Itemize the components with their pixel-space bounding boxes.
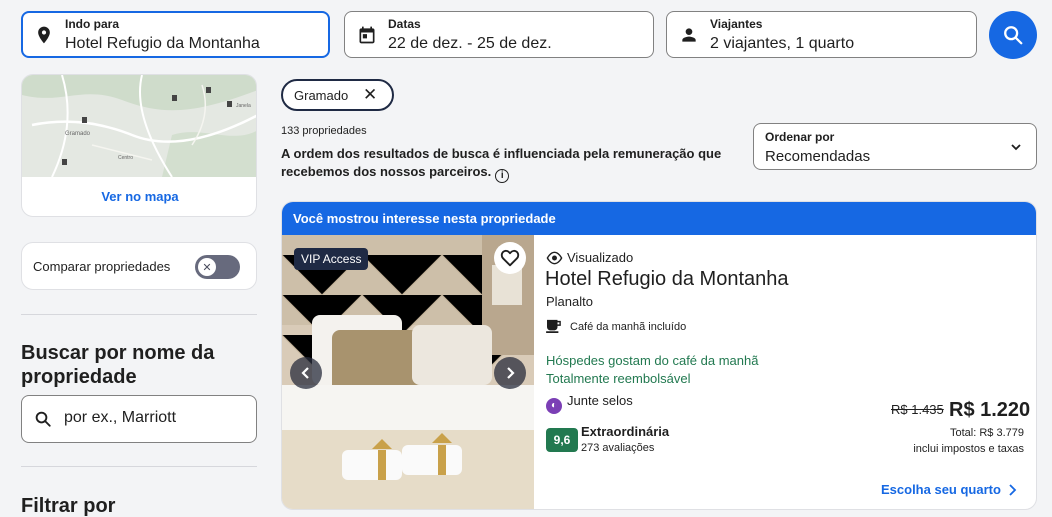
map-thumbnail[interactable]: Gramado Janela Centro [22, 75, 257, 177]
map-label: Gramado [65, 131, 91, 137]
ranking-disclaimer: A ordem dos resultados de busca é influe… [281, 145, 751, 183]
review-count: 273 avaliações [581, 442, 655, 454]
choose-room-label: Escolha seu quarto [881, 482, 1001, 497]
filter-chip-gramado[interactable]: Gramado ✕ [281, 79, 394, 111]
calendar-icon [359, 26, 375, 44]
search-icon [35, 411, 51, 427]
compare-properties-card: Comparar propriedades ✕ [21, 242, 257, 290]
travelers-value: 2 viajantes, 1 quarto [710, 35, 855, 52]
search-button[interactable] [989, 11, 1037, 59]
chevron-right-icon [507, 367, 515, 379]
rating-label: Extraordinária [581, 424, 670, 439]
hotel-location: Planalto [546, 294, 593, 309]
interest-banner: Você mostrou interesse nesta propriedade [282, 202, 1036, 235]
favorite-button[interactable] [494, 242, 526, 274]
info-icon[interactable]: i [495, 169, 510, 183]
amenity-label: Café da manhã incluído [570, 321, 687, 333]
destination-label: Indo para [65, 17, 120, 31]
divider [21, 314, 257, 315]
rewards-icon: ◐ [546, 398, 562, 414]
name-search-title: Buscar por nome da propriedade [21, 342, 215, 388]
refundable-text: Totalmente reembolsável [546, 371, 691, 386]
sort-select[interactable]: Ordenar por Recomendadas [753, 123, 1037, 170]
dates-field[interactable]: Datas 22 de dez. - 25 de dez. [344, 11, 654, 58]
rating-score: 9,6 [546, 428, 578, 452]
dates-label: Datas [388, 17, 421, 31]
hotel-name[interactable]: Hotel Refugio da Montanha [545, 268, 789, 291]
location-pin-icon [38, 26, 50, 44]
amenity-breakfast: Café da manhã incluído [546, 319, 686, 333]
rewards-label: Junte selos [567, 393, 633, 408]
heart-icon [500, 249, 520, 267]
coffee-icon [546, 319, 561, 333]
dates-value: 22 de dez. - 25 de dez. [388, 35, 552, 52]
close-icon[interactable]: ✕ [363, 85, 377, 105]
chevron-left-icon [301, 367, 309, 379]
view-map-link[interactable]: Ver no mapa [22, 189, 256, 204]
property-card[interactable]: Você mostrou interesse nesta propriedade [281, 201, 1037, 510]
person-icon [682, 28, 696, 42]
viewed-label: Visualizado [567, 250, 634, 265]
chevron-down-icon [1011, 144, 1021, 151]
viewed-indicator: Visualizado [546, 250, 633, 265]
compare-toggle[interactable]: ✕ [195, 255, 240, 279]
travelers-label: Viajantes [710, 17, 763, 31]
close-icon: ✕ [198, 258, 216, 276]
sort-label: Ordenar por [765, 130, 835, 144]
map-card[interactable]: Gramado Janela Centro Ver no mapa [21, 74, 257, 217]
divider [21, 466, 257, 467]
chevron-right-icon [1009, 484, 1017, 496]
map-label: Janela [236, 103, 251, 109]
original-price: R$ 1.435 [891, 402, 944, 417]
property-name-search[interactable] [21, 395, 257, 443]
travelers-field[interactable]: Viajantes 2 viajantes, 1 quarto [666, 11, 977, 58]
rewards-info: ◐ Junte selos [546, 393, 633, 414]
property-name-input[interactable] [64, 409, 244, 427]
taxes-note: inclui impostos e taxas [913, 443, 1024, 455]
compare-label: Comparar propriedades [33, 259, 171, 274]
property-photo[interactable]: VIP Access [282, 235, 534, 509]
eye-icon [546, 251, 563, 265]
results-count: 133 propriedades [281, 125, 367, 137]
choose-room-link[interactable]: Escolha seu quarto [881, 482, 1017, 497]
destination-value: Hotel Refugio da Montanha [65, 35, 260, 52]
chip-label: Gramado [294, 88, 349, 103]
next-photo-button[interactable] [494, 357, 526, 389]
map-label: Centro [118, 155, 133, 161]
search-icon [1004, 26, 1023, 45]
vip-access-badge: VIP Access [294, 248, 369, 270]
destination-field[interactable]: Indo para Hotel Refugio da Montanha [21, 11, 330, 58]
current-price: R$ 1.220 [949, 399, 1031, 421]
highlight-text: Hóspedes gostam do café da manhã [546, 353, 759, 368]
total-price: Total: R$ 3.779 [950, 427, 1024, 439]
sort-value: Recomendadas [765, 148, 871, 165]
filter-title: Filtrar por [21, 495, 116, 517]
previous-photo-button[interactable] [290, 357, 322, 389]
